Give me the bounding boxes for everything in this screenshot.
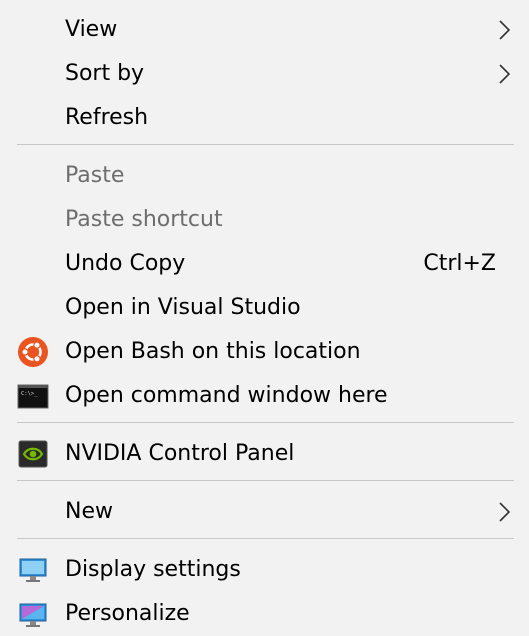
menu-item-display-settings[interactable]: Display settings [0, 548, 529, 592]
menu-item-label: Open command window here [65, 383, 388, 408]
command-prompt-icon: C:\>_ [17, 384, 49, 409]
menu-item-view[interactable]: View [0, 8, 529, 52]
menu-separator [17, 144, 514, 145]
chevron-right-icon [499, 64, 511, 84]
menu-item-label: Paste [65, 163, 125, 188]
menu-item-label: NVIDIA Control Panel [65, 441, 295, 466]
menu-item-nvidia-control-panel[interactable]: NVIDIA Control Panel [0, 432, 529, 476]
menu-item-sort-by[interactable]: Sort by [0, 52, 529, 96]
personalize-icon [19, 603, 47, 627]
keyboard-shortcut: Ctrl+Z [423, 251, 496, 276]
chevron-right-icon [499, 20, 511, 40]
nvidia-icon [18, 440, 48, 468]
menu-item-label: View [65, 17, 118, 42]
menu-item-personalize[interactable]: Personalize [0, 592, 529, 636]
menu-item-undo-copy[interactable]: Undo Copy Ctrl+Z [0, 242, 529, 286]
menu-item-label: Open Bash on this location [65, 339, 361, 364]
menu-item-paste[interactable]: Paste [0, 154, 529, 198]
menu-item-label: Display settings [65, 557, 241, 582]
desktop-context-menu: View Sort by Refresh Paste Paste shortcu… [0, 0, 529, 633]
menu-separator [17, 538, 514, 539]
menu-item-label: Undo Copy [65, 251, 186, 276]
menu-item-open-command-window[interactable]: C:\>_ Open command window here [0, 374, 529, 418]
menu-item-open-in-visual-studio[interactable]: Open in Visual Studio [0, 286, 529, 330]
menu-separator [17, 422, 514, 423]
menu-item-paste-shortcut[interactable]: Paste shortcut [0, 198, 529, 242]
menu-item-label: Open in Visual Studio [65, 295, 301, 320]
menu-item-refresh[interactable]: Refresh [0, 96, 529, 140]
ubuntu-icon [18, 337, 48, 367]
monitor-icon [19, 558, 47, 582]
menu-item-label: Personalize [65, 601, 190, 626]
menu-item-label: Refresh [65, 105, 149, 130]
menu-item-label: Paste shortcut [65, 207, 223, 232]
chevron-right-icon [499, 502, 511, 522]
menu-item-label: Sort by [65, 61, 145, 86]
svg-text:C:\>_: C:\>_ [21, 391, 38, 397]
menu-separator [17, 480, 514, 481]
menu-item-label: New [65, 499, 113, 524]
menu-item-open-bash[interactable]: Open Bash on this location [0, 330, 529, 374]
menu-item-new[interactable]: New [0, 490, 529, 534]
